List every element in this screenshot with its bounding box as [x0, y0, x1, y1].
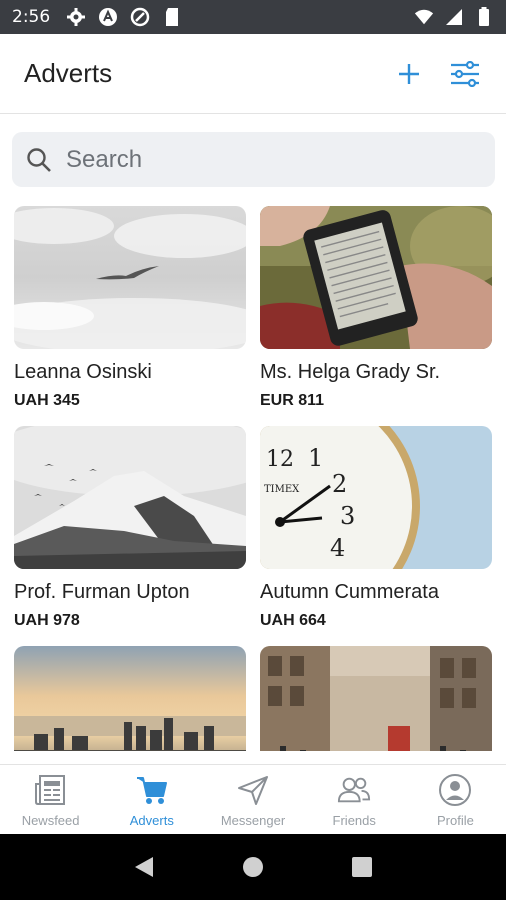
sd-card-icon [162, 7, 182, 27]
svg-text:2: 2 [332, 470, 347, 498]
page-title: Adverts [24, 58, 113, 88]
svg-text:TIMEX: TIMEX [264, 484, 300, 495]
recents-icon[interactable] [344, 849, 380, 885]
svg-text:4: 4 [330, 534, 345, 562]
people-icon [337, 773, 371, 807]
nav-friends[interactable]: Friends [304, 765, 405, 834]
system-navigation [0, 834, 506, 900]
nav-label: Adverts [129, 813, 174, 828]
advert-name: Prof. Furman Upton [14, 581, 190, 603]
a-badge-icon [98, 7, 118, 27]
advert-card[interactable] [260, 646, 492, 751]
advert-card[interactable]: Ms. Helga Grady Sr. EUR 811 [260, 206, 492, 410]
advert-card[interactable]: 12 1 2 3 4 TIMEX Autumn Cummerata UAH 66… [260, 426, 492, 630]
data-saver-icon [130, 7, 150, 27]
home-icon[interactable] [235, 849, 271, 885]
advert-name: Ms. Helga Grady Sr. [260, 361, 441, 383]
battery-icon [474, 7, 494, 27]
nav-messenger[interactable]: Messenger [202, 765, 303, 834]
nav-label: Newsfeed [21, 813, 80, 828]
user-circle-icon [438, 773, 472, 807]
advert-image [14, 206, 246, 349]
advert-image [14, 426, 246, 569]
filter-button[interactable] [448, 57, 482, 91]
status-bar: 2:56 [0, 0, 506, 34]
svg-text:3: 3 [340, 502, 355, 530]
newspaper-icon [34, 773, 68, 807]
advert-name: Autumn Cummerata [260, 581, 439, 603]
bottom-navigation: Newsfeed Adverts Messenger Friends Profi… [0, 764, 506, 834]
svg-text:12: 12 [266, 447, 294, 472]
paper-plane-icon [236, 773, 270, 807]
advert-card[interactable]: Prof. Furman Upton UAH 978 [14, 426, 246, 630]
advert-card[interactable]: Leanna Osinski UAH 345 [14, 206, 246, 410]
svg-text:1: 1 [308, 444, 323, 472]
advert-price: UAH 345 [14, 392, 80, 409]
advert-price: UAH 978 [14, 612, 80, 629]
status-time: 2:56 [12, 7, 51, 27]
adverts-grid: Leanna Osinski UAH 345 Ms. Helga Grady S… [14, 206, 494, 751]
advert-image [260, 646, 492, 751]
signal-icon [444, 7, 464, 27]
filter-sliders-icon [451, 60, 479, 87]
search-input[interactable] [66, 145, 446, 174]
app-bar: Adverts [0, 34, 506, 114]
wifi-icon [414, 7, 434, 27]
back-icon[interactable] [126, 849, 162, 885]
nav-profile[interactable]: Profile [405, 765, 506, 834]
nav-adverts[interactable]: Adverts [101, 765, 202, 834]
nav-label: Messenger [220, 813, 286, 828]
advert-image [14, 646, 246, 751]
search-bar[interactable] [12, 132, 495, 187]
gear-icon [66, 7, 86, 27]
nav-label: Friends [332, 813, 376, 828]
cart-icon [135, 773, 169, 807]
advert-price: UAH 664 [260, 612, 326, 629]
add-button[interactable] [392, 57, 426, 91]
nav-label: Profile [436, 813, 474, 828]
nav-newsfeed[interactable]: Newsfeed [0, 765, 101, 834]
add-icon [399, 63, 419, 84]
advert-name: Leanna Osinski [14, 361, 152, 383]
advert-image: 12 1 2 3 4 TIMEX [260, 426, 492, 569]
advert-image [260, 206, 492, 349]
advert-card[interactable] [14, 646, 246, 751]
search-icon [27, 147, 51, 172]
advert-price: EUR 811 [260, 392, 325, 409]
